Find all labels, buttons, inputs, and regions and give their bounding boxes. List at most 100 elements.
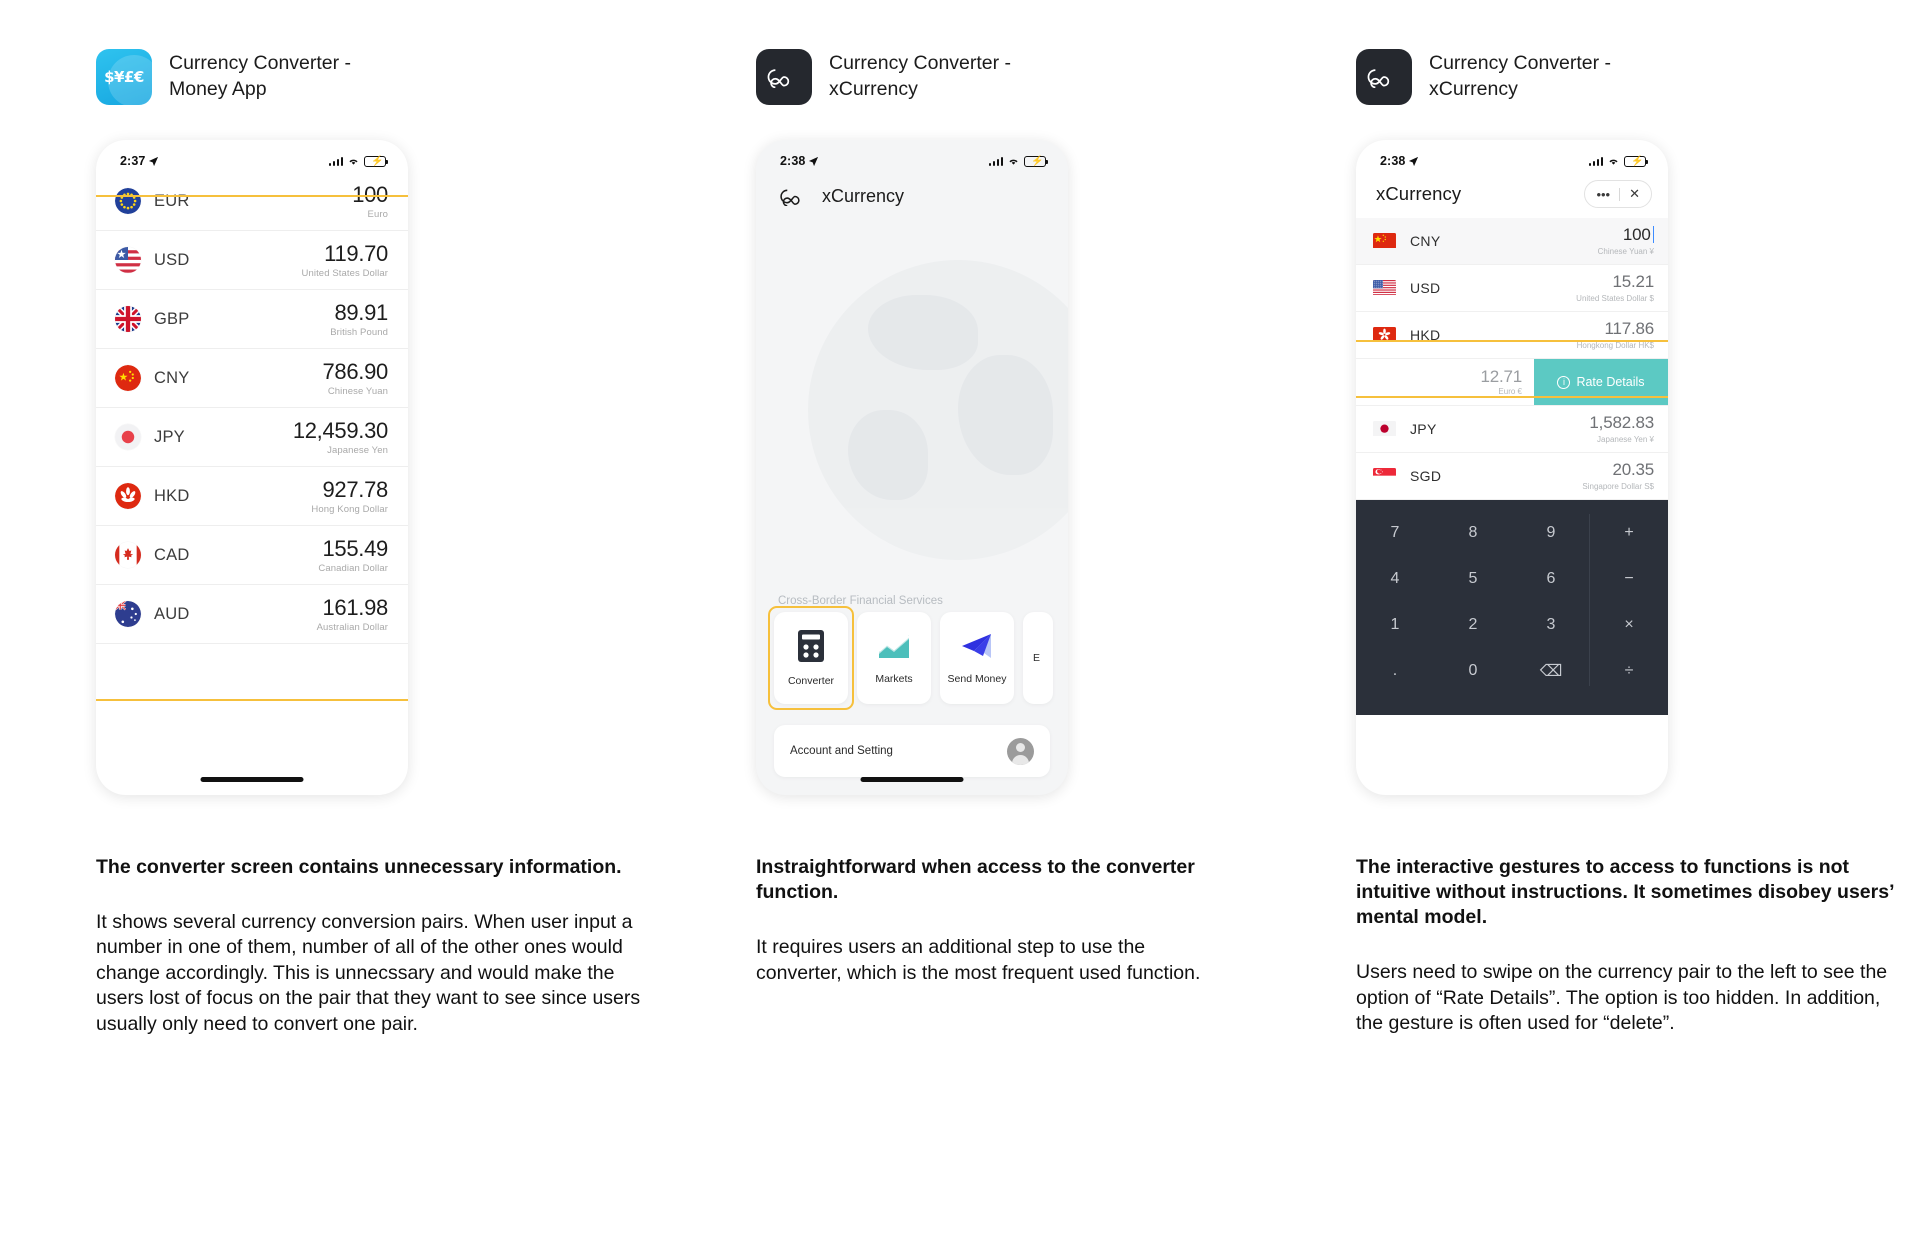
- currency-row[interactable]: AUD 161.98 Australian Dollar: [96, 585, 408, 644]
- currency-code: CNY: [154, 368, 190, 387]
- currency-values: 786.90 Chinese Yuan: [323, 359, 389, 396]
- keypad-key-÷[interactable]: ÷: [1590, 648, 1668, 694]
- us-flag: [1373, 280, 1396, 296]
- currency-name: Canadian Dollar: [318, 562, 388, 574]
- keypad-divider: [1589, 514, 1590, 686]
- currency-values: 89.91 British Pound: [330, 300, 388, 337]
- currency-row[interactable]: EUR 100 Euro: [96, 172, 408, 231]
- au-flag: [115, 601, 141, 627]
- currency-values: 927.78 Hong Kong Dollar: [311, 477, 389, 515]
- hk-flag: [115, 483, 141, 509]
- currency-amount[interactable]: 786.90: [323, 359, 389, 384]
- sg-flag: [1373, 468, 1396, 484]
- currency-code: AUD: [154, 604, 190, 623]
- converter-header: xCurrency ••• ✕: [1356, 172, 1668, 218]
- service-converter[interactable]: Converter: [774, 612, 848, 704]
- rate-details-button[interactable]: i Rate Details: [1534, 359, 1668, 405]
- currency-row[interactable]: USD 119.70 United States Dollar: [96, 231, 408, 290]
- converter-row[interactable]: JPY 1,582.83 Japanese Yen ¥: [1356, 406, 1668, 453]
- phone-mockup-xcurrency-converter: 2:38 ⚡ xCurrency ••• ✕ CNY 100 Chinese Yua…: [1356, 140, 1668, 795]
- cn-flag: [115, 365, 141, 391]
- home-indicator: [860, 777, 964, 782]
- currency-amount[interactable]: 100: [1623, 225, 1651, 244]
- keypad-key-6[interactable]: 6: [1512, 556, 1590, 602]
- currency-name: Hongkong Dollar HK$: [1576, 341, 1654, 350]
- currency-amount[interactable]: 155.49: [323, 536, 389, 561]
- converter-row[interactable]: CNY 100 Chinese Yuan ¥: [1356, 218, 1668, 265]
- currency-name: Hong Kong Dollar: [311, 503, 388, 515]
- currency-row[interactable]: CNY 786.90 Chinese Yuan: [96, 349, 408, 408]
- numeric-keypad[interactable]: 7 8 9 +4 5 6− 1 2 3 ×. 0 ⌫ ÷: [1356, 500, 1668, 715]
- caption-title-2: Instraightforward when access to the con…: [756, 856, 1195, 904]
- home-indicator: [1460, 777, 1564, 782]
- currency-values: 117.86 Hongkong Dollar HK$: [1576, 319, 1655, 350]
- close-icon[interactable]: ✕: [1629, 186, 1640, 202]
- caption-title-3: The interactive gestures to access to fu…: [1356, 856, 1894, 929]
- currency-code: JPY: [154, 427, 185, 446]
- rate-details-label: Rate Details: [1576, 375, 1645, 389]
- phone-mockup-xcurrency-home: 2:38 ⚡ xCurrency Cross-Border Financial …: [756, 140, 1068, 795]
- currency-amount[interactable]: 12,459.30: [293, 418, 388, 443]
- service-label: Markets: [875, 673, 913, 685]
- ca-flag: [115, 542, 141, 568]
- currency-row[interactable]: CAD 155.49 Canadian Dollar: [96, 526, 408, 585]
- converter-rows-top[interactable]: CNY 100 Chinese Yuan ¥ USD 15.21 United State…: [1356, 218, 1668, 359]
- battery-charging-icon: ⚡: [364, 155, 388, 167]
- currency-row[interactable]: HKD 927.78 Hong Kong Dollar: [96, 467, 408, 526]
- keypad-key-7[interactable]: 7: [1356, 510, 1434, 556]
- keypad-key-8[interactable]: 8: [1434, 510, 1512, 556]
- service-send-money[interactable]: Send Money: [940, 612, 1014, 704]
- converter-rows-bottom[interactable]: JPY 1,582.83 Japanese Yen ¥ SGD 20.35 Singapo…: [1356, 406, 1668, 500]
- service-markets[interactable]: Markets: [857, 612, 931, 704]
- keypad-key-decimal[interactable]: .: [1356, 648, 1434, 694]
- keypad-key-0[interactable]: 0: [1434, 648, 1512, 694]
- keypad-grid[interactable]: 7 8 9 +4 5 6− 1 2 3 ×. 0 ⌫ ÷: [1356, 510, 1668, 694]
- currency-amount[interactable]: 117.86: [1604, 319, 1654, 338]
- converter-row[interactable]: SGD 20.35 Singapore Dollar S$: [1356, 453, 1668, 500]
- swipe-revealed-row[interactable]: 12.71 Euro € i Rate Details: [1356, 359, 1668, 406]
- currency-amount[interactable]: 15.21: [1612, 272, 1654, 291]
- keypad-key-−[interactable]: −: [1590, 556, 1668, 602]
- currency-code: HKD: [1410, 327, 1441, 343]
- status-time: 2:37: [120, 154, 146, 168]
- converter-row[interactable]: HKD 117.86 Hongkong Dollar HK$: [1356, 312, 1668, 359]
- currency-row[interactable]: GBP 89.91 British Pound: [96, 290, 408, 349]
- keypad-key-1[interactable]: 1: [1356, 602, 1434, 648]
- currency-row[interactable]: JPY 12,459.30 Japanese Yen: [96, 408, 408, 467]
- currency-code: EUR: [154, 191, 190, 210]
- window-controls[interactable]: ••• ✕: [1584, 180, 1652, 208]
- currency-amount[interactable]: 20.35: [1612, 460, 1654, 479]
- currency-amount[interactable]: 1,582.83: [1589, 413, 1654, 432]
- account-settings-card[interactable]: Account and Setting: [774, 725, 1050, 777]
- currency-values: 119.70 United States Dollar: [302, 241, 389, 278]
- caption-body-1: It shows several currency conversion pai…: [96, 911, 641, 1035]
- currency-code: CNY: [1410, 233, 1441, 249]
- keypad-key-backspace[interactable]: ⌫: [1512, 648, 1590, 694]
- currency-name: Chinese Yuan ¥: [1597, 247, 1654, 256]
- home-indicator: [200, 777, 304, 782]
- service-partial[interactable]: E: [1023, 612, 1053, 704]
- keypad-key-×[interactable]: ×: [1590, 602, 1668, 648]
- currency-values: 161.98 Australian Dollar: [317, 595, 389, 632]
- currency-amount[interactable]: 927.78: [323, 477, 389, 502]
- app-header-money: $¥£€ Currency Converter - Money App: [96, 44, 696, 110]
- currency-list[interactable]: EUR 100 Euro USD 119.70 United States Dollar G…: [96, 172, 408, 644]
- more-icon[interactable]: •••: [1596, 187, 1610, 202]
- eu-flag: [115, 188, 141, 214]
- keypad-key-3[interactable]: 3: [1512, 602, 1590, 648]
- app-header-xcurrency-1: Currency Converter - xCurrency: [756, 44, 1356, 110]
- keypad-key-2[interactable]: 2: [1434, 602, 1512, 648]
- caption-1: The converter screen contains unnecessar…: [96, 855, 656, 1037]
- currency-amount[interactable]: 89.91: [334, 300, 388, 325]
- keypad-key-4[interactable]: 4: [1356, 556, 1434, 602]
- keypad-key-9[interactable]: 9: [1512, 510, 1590, 556]
- hk-flag: [1373, 327, 1396, 343]
- currency-amount[interactable]: 119.70: [324, 241, 388, 266]
- currency-amount[interactable]: 100: [352, 182, 388, 207]
- currency-values: 155.49 Canadian Dollar: [318, 536, 389, 574]
- currency-amount[interactable]: 161.98: [323, 595, 389, 620]
- keypad-key-+[interactable]: +: [1590, 510, 1668, 556]
- keypad-key-5[interactable]: 5: [1434, 556, 1512, 602]
- caption-3: The interactive gestures to access to fu…: [1356, 855, 1911, 1036]
- converter-row[interactable]: USD 15.21 United States Dollar $: [1356, 265, 1668, 312]
